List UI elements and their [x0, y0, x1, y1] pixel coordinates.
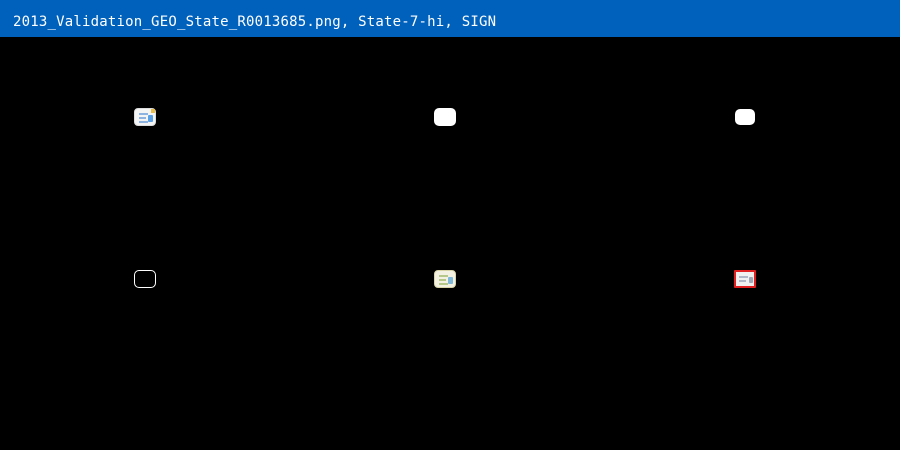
doc-line	[139, 113, 148, 115]
sign-detection-box	[734, 270, 756, 288]
doc-line	[439, 279, 446, 281]
doc-line	[739, 276, 748, 278]
seal-mark	[448, 277, 453, 284]
doc-line	[139, 117, 146, 119]
panel-contour	[0, 199, 300, 450]
seal-mark	[148, 115, 153, 122]
doc-line	[439, 275, 448, 277]
seal-mark	[749, 277, 753, 283]
sign-thumbnail-original	[134, 108, 156, 126]
panel-detection	[600, 199, 900, 450]
window-title: 2013_Validation_GEO_State_R0013685.png, …	[13, 14, 497, 30]
sign-thumbnail-tinted	[434, 270, 456, 288]
title-bar: 2013_Validation_GEO_State_R0013685.png, …	[0, 0, 900, 37]
doc-line	[139, 121, 148, 123]
sign-mask-1	[434, 108, 456, 126]
panel-mask-1	[300, 37, 600, 199]
panel-original	[0, 37, 300, 199]
doc-line	[439, 283, 448, 285]
panel-tinted	[300, 199, 600, 450]
panel-mask-2	[600, 37, 900, 199]
doc-line	[739, 280, 746, 282]
corner-mark	[151, 109, 155, 113]
sign-mask-2	[735, 109, 755, 125]
sign-contour	[134, 270, 156, 288]
image-grid	[0, 37, 900, 450]
